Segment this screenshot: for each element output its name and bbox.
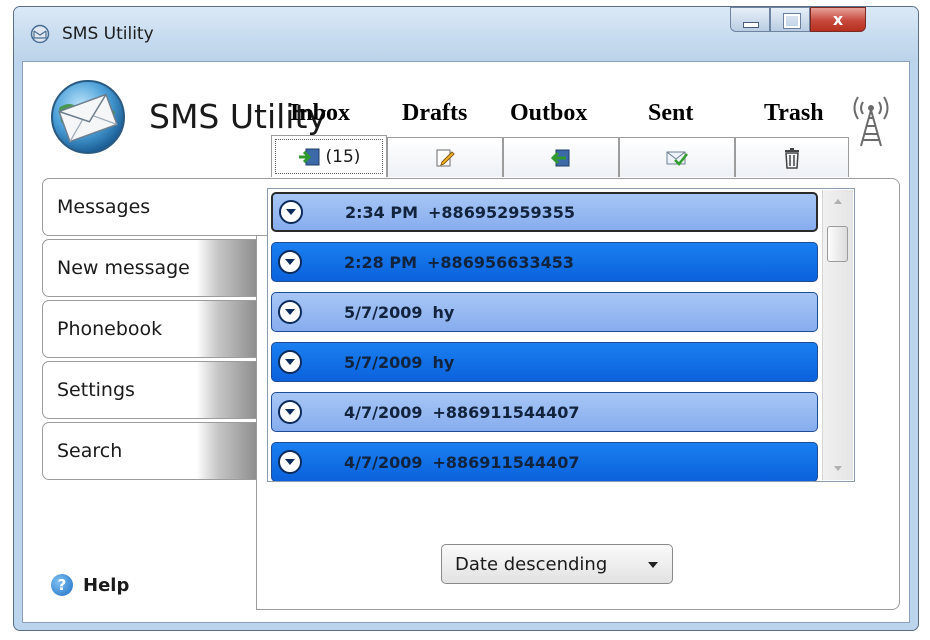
drafts-icon	[436, 149, 455, 166]
message-row[interactable]: 2:34 PM +886952959355	[271, 192, 818, 232]
nav-item-phonebook[interactable]: Phonebook	[42, 300, 257, 358]
expand-chevron-icon[interactable]	[279, 200, 303, 224]
scroll-thumb[interactable]	[827, 226, 848, 262]
help-icon: ?	[51, 574, 73, 596]
window-title: SMS Utility	[62, 24, 154, 44]
message-contact: +886911544407	[432, 452, 580, 472]
folder-caption-outbox: Outbox	[510, 100, 588, 126]
folder-caption-trash: Trash	[764, 100, 824, 126]
help-label: Help	[83, 574, 130, 596]
message-date: 5/7/2009	[344, 352, 423, 372]
title-bar[interactable]: SMS Utility x	[14, 7, 918, 61]
tab-outbox[interactable]	[503, 137, 619, 177]
envelope-globe-icon	[51, 80, 125, 154]
expand-chevron-icon[interactable]	[278, 350, 302, 374]
message-date: 4/7/2009	[344, 402, 423, 422]
nav-item-label: Messages	[57, 196, 151, 218]
outbox-icon	[550, 149, 570, 166]
close-icon: x	[832, 10, 844, 29]
nav-item-new-message[interactable]: New message	[42, 239, 257, 297]
nav-item-search[interactable]: Search	[42, 422, 257, 480]
tab-drafts[interactable]	[387, 137, 503, 177]
folder-caption-sent: Sent	[648, 100, 694, 126]
tab-inbox[interactable]: (15)	[271, 135, 387, 177]
nav-item-label: Search	[57, 440, 123, 462]
message-contact: +886956633453	[427, 252, 575, 272]
nav-item-label: Phonebook	[57, 318, 163, 340]
expand-chevron-icon[interactable]	[278, 250, 302, 274]
message-contact: hy	[432, 352, 455, 372]
inbox-count: (15)	[325, 146, 361, 167]
tab-trash[interactable]	[735, 137, 849, 177]
expand-chevron-icon[interactable]	[278, 450, 302, 474]
message-date: 2:34 PM	[345, 202, 419, 222]
maximize-icon	[783, 13, 801, 29]
nav-item-label: Settings	[57, 379, 135, 401]
minimize-button[interactable]	[730, 7, 770, 32]
sent-icon	[666, 151, 688, 166]
folder-caption-inbox: Inbox	[290, 100, 351, 126]
minimize-icon	[743, 22, 759, 28]
message-row[interactable]: 4/7/2009 +886911544407	[271, 442, 818, 481]
message-contact: +886911544407	[432, 402, 580, 422]
scroll-up-icon[interactable]	[823, 190, 853, 212]
message-list-scrollbar[interactable]	[822, 190, 853, 480]
message-row[interactable]: 2:28 PM +886956633453	[271, 242, 818, 282]
message-row[interactable]: 5/7/2009 hy	[271, 342, 818, 382]
folder-caption-drafts: Drafts	[402, 100, 468, 126]
scroll-down-icon[interactable]	[823, 458, 853, 480]
message-contact: hy	[432, 302, 455, 322]
expand-chevron-icon[interactable]	[278, 400, 302, 424]
sort-order-value: Date descending	[455, 553, 608, 575]
app-window-icon	[30, 24, 50, 44]
trash-icon	[785, 147, 799, 169]
inbox-icon	[298, 148, 320, 165]
message-list[interactable]: 2:34 PM +886952959355 2:28 PM +886956633…	[267, 188, 855, 482]
message-date: 4/7/2009	[344, 452, 423, 472]
nav-item-messages[interactable]: Messages	[42, 178, 282, 236]
nav-item-label: New message	[57, 257, 190, 279]
message-row[interactable]: 4/7/2009 +886911544407	[271, 392, 818, 432]
message-contact: +886952959355	[428, 202, 576, 222]
close-button[interactable]: x	[810, 7, 866, 32]
dropdown-arrow-icon	[648, 562, 658, 568]
message-date: 2:28 PM	[344, 252, 418, 272]
tab-sent[interactable]	[619, 137, 735, 177]
message-row[interactable]: 5/7/2009 hy	[271, 292, 818, 332]
sort-order-dropdown[interactable]: Date descending	[441, 544, 673, 584]
expand-chevron-icon[interactable]	[278, 300, 302, 324]
message-date: 5/7/2009	[344, 302, 423, 322]
nav-item-settings[interactable]: Settings	[42, 361, 257, 419]
help-link[interactable]: ? Help	[51, 574, 129, 596]
antenna-tower-icon	[853, 96, 889, 147]
maximize-button[interactable]	[770, 7, 810, 32]
